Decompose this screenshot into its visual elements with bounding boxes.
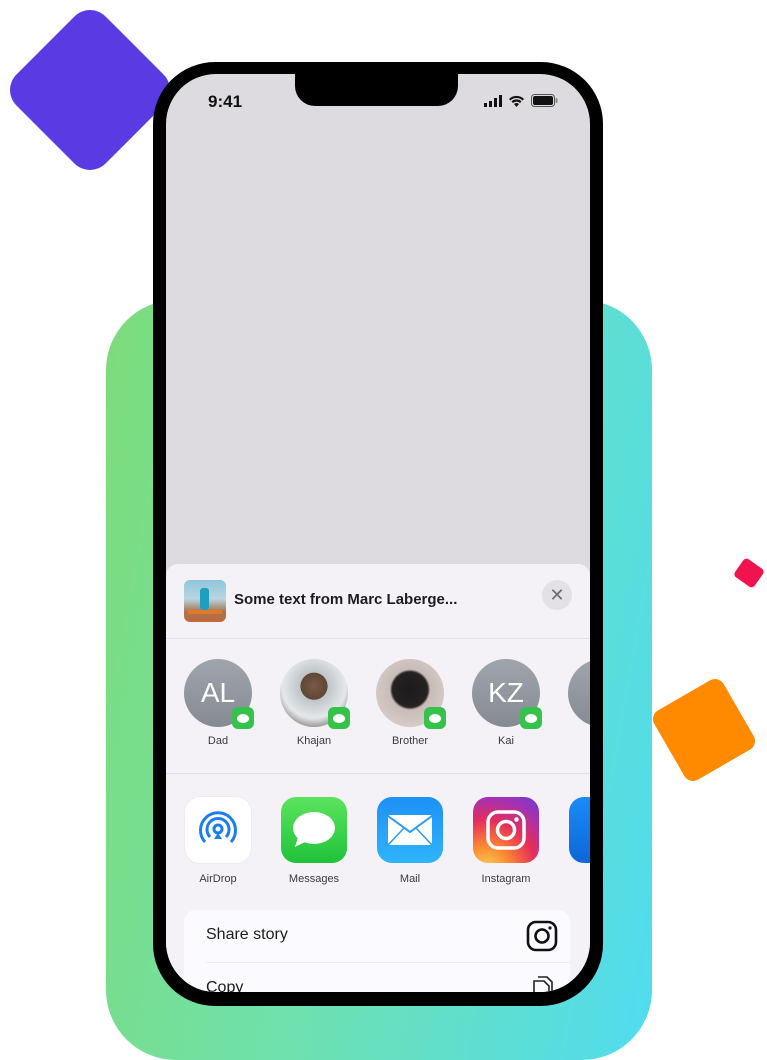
wifi-icon [509,95,524,107]
share-sheet-title: Some text from Marc Laberge... [234,591,458,608]
imessage-badge-icon [232,707,254,729]
contact-khajan[interactable]: Khajan [269,659,359,747]
imessage-badge-icon [328,707,350,729]
phone-screen: 9:41 Some text from Marc Laberge... ✕ AL… [166,74,590,992]
app-mail[interactable]: Mail [365,797,455,885]
close-button[interactable]: ✕ [542,580,572,610]
avatar [280,659,350,729]
action-label: Copy [206,979,244,992]
facebook-icon [569,797,590,863]
action-label: Share story [206,926,288,943]
contact-label: Brother [391,735,429,747]
status-icons [484,94,558,107]
app-label: Fa [557,873,590,885]
app-label: Instagram [481,873,531,885]
orange-square-decoration [649,675,759,785]
pink-square-decoration [732,557,766,589]
imessage-badge-icon [520,707,542,729]
copy-icon [533,976,553,992]
status-time: 9:41 [208,92,243,111]
instagram-icon [473,797,539,863]
share-sheet-header: Some text from Marc Laberge... ✕ [166,564,590,639]
notch [295,74,458,106]
contact-partial[interactable]: L La [557,659,590,747]
battery-icon [531,94,558,107]
app-label: Messages [288,873,340,885]
contact-label: La [557,735,590,747]
contact-label: Khajan [296,735,332,747]
avatar: KZ [472,659,542,729]
app-label: Mail [399,873,421,885]
contact-dad[interactable]: AL Dad [173,659,263,747]
app-airdrop[interactable]: AirDrop [173,797,263,885]
avatar: L [568,659,590,727]
contact-kai[interactable]: KZ Kai [461,659,551,747]
contact-label: Kai [498,735,514,747]
app-messages[interactable]: Messages [269,797,359,885]
contact-label: Dad [207,735,229,747]
share-sheet: Some text from Marc Laberge... ✕ AL Dad … [166,564,590,992]
mail-icon [377,797,443,863]
shared-item-thumbnail [184,580,226,622]
imessage-badge-icon [424,707,446,729]
contacts-row: AL Dad Khajan Brother KZ Kai L [166,639,590,774]
app-label: AirDrop [199,873,237,885]
airdrop-icon [185,797,251,863]
apps-row: AirDrop Messages Mail Instagram [166,774,590,904]
action-share-story[interactable]: Share story [184,910,570,963]
messages-icon [281,797,347,863]
app-instagram[interactable]: Instagram [461,797,551,885]
avatar: AL [184,659,254,729]
actions-list: Share story Copy [184,910,570,992]
close-icon: ✕ [549,584,565,605]
avatar [376,659,446,729]
instagram-outline-icon [526,920,558,952]
contact-brother[interactable]: Brother [365,659,455,747]
action-copy[interactable]: Copy [184,963,570,992]
app-facebook[interactable]: Fa [557,797,590,885]
cellular-signal-icon [484,94,502,107]
